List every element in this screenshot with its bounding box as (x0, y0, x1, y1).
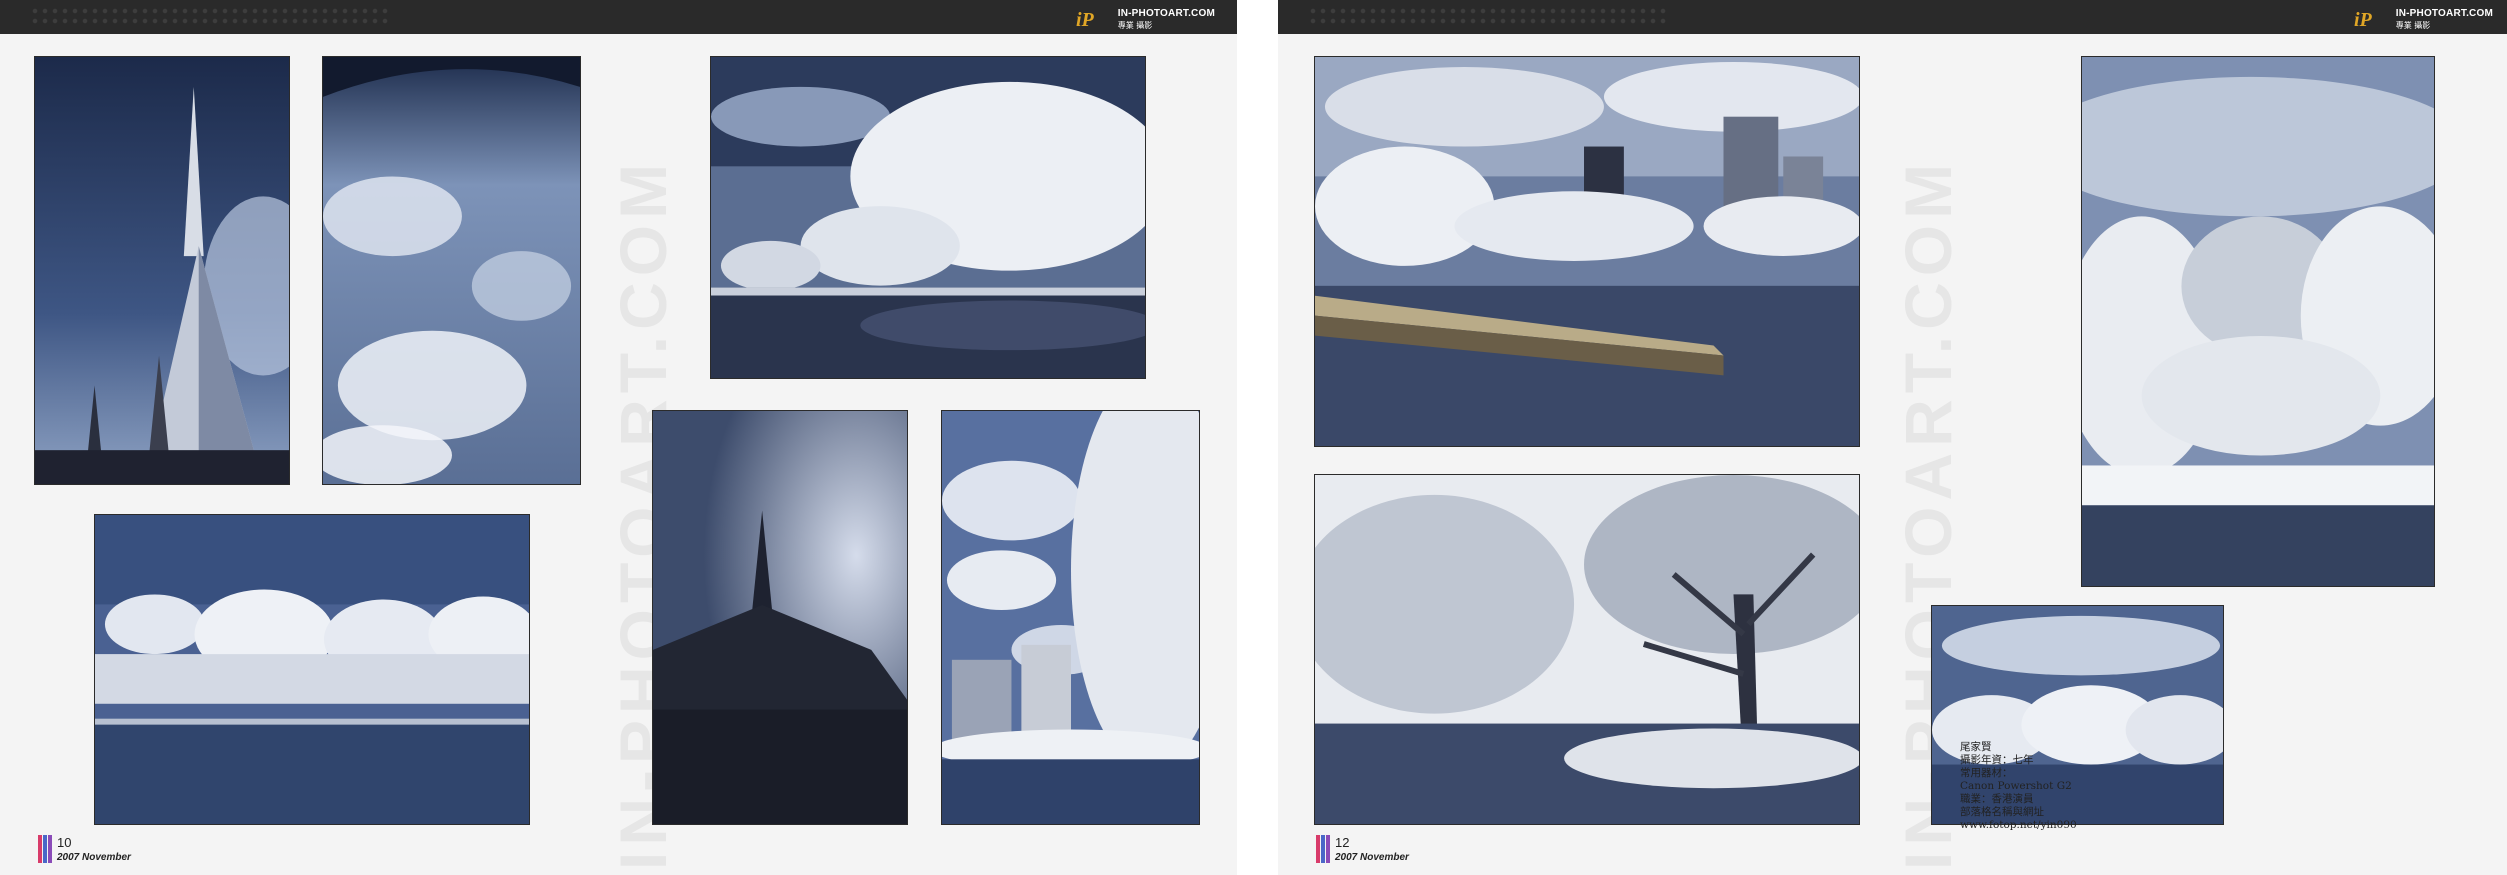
site-url: IN-PHOTOART.COM (1117, 8, 1215, 19)
photo-big-tree[interactable] (1314, 474, 1860, 825)
stripe (43, 835, 47, 863)
photo-lake-trees[interactable] (710, 56, 1146, 379)
page-number: 10 (57, 835, 72, 850)
site-url: IN-PHOTOART.COM (2395, 8, 2493, 19)
tall-trees-image (2082, 57, 2434, 586)
site-subtitle: 專業 攝影 (2395, 21, 2431, 30)
site-logo[interactable]: iP IN-PHOTOART.COM 專業 攝影 (1074, 8, 1215, 34)
site-subtitle: 專業 攝影 (1117, 21, 1153, 30)
top-bar: iP IN-PHOTOART.COM 專業 攝影 (0, 0, 1237, 34)
photographer-credits: 尾家賢 攝影年資：七年 常用器材： Canon Powershot G2 職業：… (1960, 741, 2077, 832)
right-page: iP IN-PHOTOART.COM 專業 攝影 IN-PHOTOART.COM (1278, 0, 2507, 875)
right-footer: 12 2007 November (1316, 833, 1409, 863)
logo-mark-text: iP (1076, 9, 1095, 30)
dot-pattern (30, 6, 390, 26)
photo-city-lake[interactable] (1314, 56, 1860, 447)
left-footer: 10 2007 November (38, 833, 131, 863)
photo-buildings[interactable] (941, 410, 1200, 825)
credit-equipment-label: 常用器材： (1960, 767, 2013, 779)
left-page: iP IN-PHOTOART.COM 專業 攝影 IN-PHOTOART.COM (0, 0, 1237, 875)
clouds-image (323, 57, 580, 484)
credit-camera: Canon Powershot G2 (1960, 780, 2072, 792)
footer-stripes (1316, 835, 1331, 863)
stripe (48, 835, 52, 863)
photo-temple[interactable] (652, 410, 908, 825)
ip-logo-icon: iP (2354, 9, 2373, 30)
lake-trees-image (711, 57, 1145, 378)
credit-website[interactable]: www.fotop.net/yin090 (1960, 819, 2077, 832)
issue-date: 2007 November (57, 852, 131, 863)
site-logo[interactable]: iP IN-PHOTOART.COM 專業 攝影 (2352, 8, 2493, 34)
stripe (1321, 835, 1325, 863)
top-bar: iP IN-PHOTOART.COM 專業 攝影 (1278, 0, 2507, 34)
photo-tall-trees[interactable] (2081, 56, 2435, 587)
credit-occupation: 職業：香港演員 (1960, 793, 2034, 805)
stupa-image (35, 57, 289, 484)
photo-stupa[interactable] (34, 56, 290, 485)
dot-pattern (1308, 6, 1668, 26)
temple-image (653, 411, 907, 824)
big-tree-image (1315, 475, 1859, 824)
logo-mark-text: iP (2354, 9, 2373, 30)
city-lake-image (1315, 57, 1859, 446)
page-number: 12 (1335, 835, 1350, 850)
credit-blog-label: 部落格名稱與網址 (1960, 806, 2044, 818)
ip-logo-icon: iP (1076, 9, 1095, 30)
stripe (38, 835, 42, 863)
buildings-image (942, 411, 1199, 824)
stripe (1316, 835, 1320, 863)
photo-clouds[interactable] (322, 56, 581, 485)
wide-lake-image (95, 515, 529, 824)
photo-wide-lake[interactable] (94, 514, 530, 825)
page-gutter (1237, 0, 1278, 875)
issue-date: 2007 November (1335, 852, 1409, 863)
credit-experience: 攝影年資：七年 (1960, 754, 2034, 766)
stripe (1326, 835, 1330, 863)
credit-name: 尾家賢 (1960, 741, 1992, 753)
footer-stripes (38, 835, 53, 863)
